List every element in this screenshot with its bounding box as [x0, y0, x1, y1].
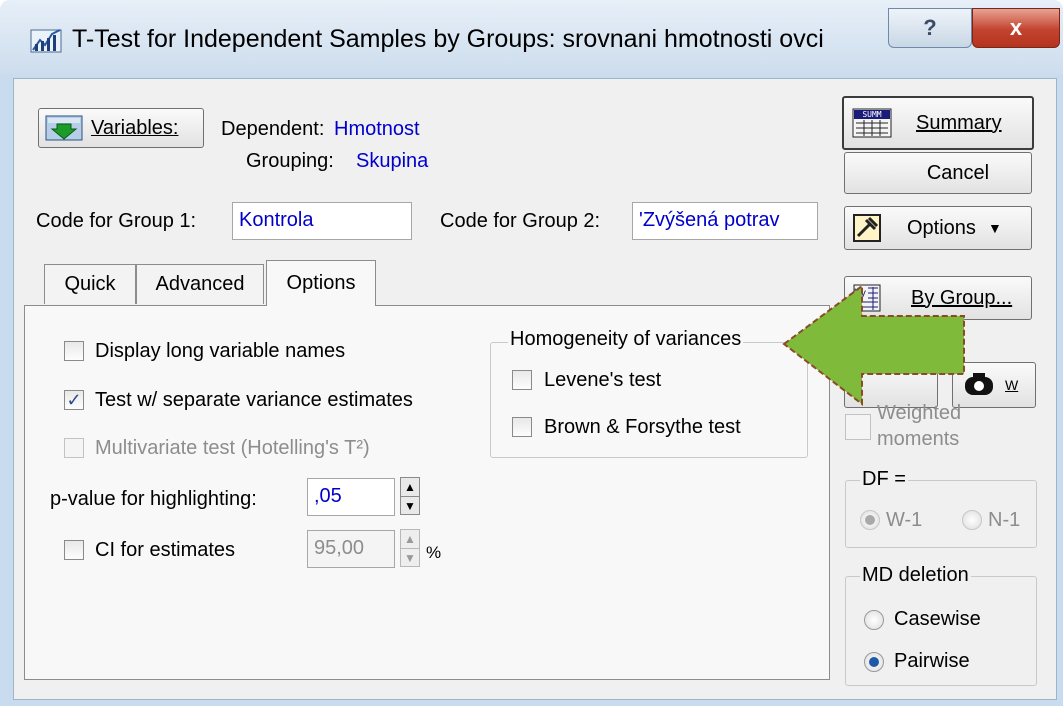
display-long-names-label: Display long variable names — [95, 340, 346, 362]
ci-label: CI for estimates — [95, 539, 236, 561]
weighted-moments-checkbox[interactable] — [845, 414, 871, 440]
spin-up-icon[interactable]: ▲ — [401, 478, 419, 497]
ttest-app-icon — [30, 29, 62, 53]
spin-down-icon[interactable]: ▼ — [401, 549, 419, 567]
variables-button[interactable]: Variables: — [38, 108, 204, 148]
close-button[interactable]: x — [972, 8, 1060, 48]
brown-forsythe-checkbox[interactable] — [512, 417, 532, 437]
variables-button-label: Variables: — [91, 116, 179, 139]
df-title: DF = — [860, 466, 908, 492]
group1-code-label: Code for Group 1: — [36, 210, 197, 232]
group1-code-input[interactable]: Kontrola — [232, 202, 412, 240]
options-button-label: Options — [907, 216, 976, 239]
window-title: T-Test for Independent Samples by Groups… — [72, 25, 824, 53]
cancel-button[interactable]: Cancel — [844, 152, 1032, 194]
levene-label: Levene's test — [544, 369, 662, 391]
options-menu-button[interactable]: Options ▼ — [844, 206, 1032, 250]
multivariate-checkbox[interactable] — [64, 438, 84, 458]
separate-variance-checkbox[interactable]: ✓ — [64, 390, 84, 410]
levene-checkbox[interactable] — [512, 370, 532, 390]
chevron-down-icon: ▼ — [987, 220, 1002, 236]
pvalue-spinner[interactable]: ▲ ▼ — [400, 477, 420, 515]
spin-up-icon[interactable]: ▲ — [401, 530, 419, 549]
group2-code-input[interactable]: 'Zvýšená potrav — [632, 202, 818, 240]
ci-percent-unit: % — [426, 543, 442, 562]
cancel-button-label: Cancel — [926, 161, 990, 184]
grouping-label: Grouping: — [246, 150, 334, 172]
dependent-label: Dependent: — [221, 118, 325, 140]
df-n1-radio[interactable] — [962, 510, 982, 530]
dialog-window: T-Test for Independent Samples by Groups… — [0, 0, 1063, 706]
summary-button-label: Summary — [916, 111, 1002, 134]
pvalue-label: p-value for highlighting: — [50, 488, 257, 510]
title-bar[interactable]: T-Test for Independent Samples by Groups… — [0, 0, 1063, 75]
md-casewise-radio[interactable] — [864, 610, 884, 630]
dependent-value[interactable]: Hmotnost — [334, 116, 420, 142]
weighted-moments-label-2: moments — [877, 428, 960, 450]
w-button-label: W — [1005, 377, 1019, 393]
homogeneity-group — [490, 342, 808, 458]
display-long-names-checkbox[interactable] — [64, 341, 84, 361]
options-icon — [853, 214, 881, 242]
md-casewise-label: Casewise — [894, 608, 981, 630]
tab-quick[interactable]: Quick — [44, 264, 136, 304]
tab-options[interactable]: Options — [266, 260, 376, 306]
df-w1-label: W-1 — [886, 509, 923, 531]
help-button[interactable]: ? — [888, 8, 972, 48]
separate-variance-label: Test w/ separate variance estimates — [95, 389, 413, 411]
summary-icon-text: SUMM — [862, 110, 881, 119]
ci-spinner[interactable]: ▲ ▼ — [400, 529, 420, 567]
summary-button[interactable]: SUMM Summary — [842, 96, 1034, 150]
brown-forsythe-label: Brown & Forsythe test — [544, 416, 741, 438]
pvalue-input[interactable]: ,05 — [307, 478, 395, 516]
spin-down-icon[interactable]: ▼ — [401, 497, 419, 515]
tab-advanced[interactable]: Advanced — [136, 264, 264, 304]
md-deletion-title: MD deletion — [860, 562, 971, 588]
md-pairwise-label: Pairwise — [894, 650, 970, 672]
ci-input[interactable]: 95,00 — [307, 530, 395, 568]
summary-icon: SUMM — [852, 108, 892, 138]
multivariate-label: Multivariate test (Hotelling's T²) — [95, 437, 370, 459]
df-w1-radio[interactable] — [860, 510, 880, 530]
ci-checkbox[interactable] — [64, 540, 84, 560]
green-arrow-annotation — [782, 284, 965, 407]
md-pairwise-radio[interactable] — [864, 652, 884, 672]
grouping-value[interactable]: Skupina — [356, 148, 428, 174]
df-n1-label: N-1 — [988, 509, 1021, 531]
homogeneity-title: Homogeneity of variances — [508, 326, 744, 352]
variables-icon — [45, 115, 83, 141]
group2-code-label: Code for Group 2: — [440, 210, 601, 232]
